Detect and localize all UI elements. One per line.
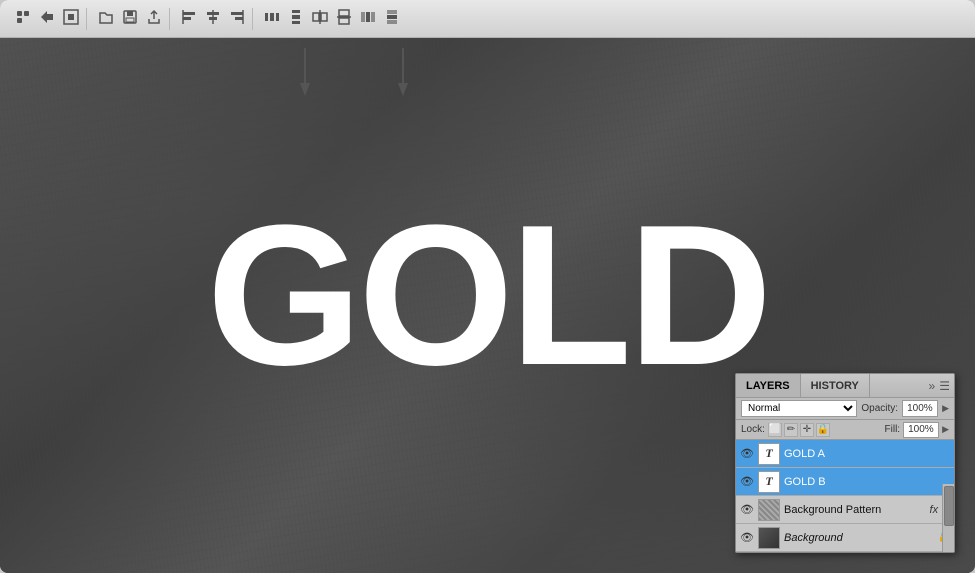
arrow-indicator-1 <box>295 48 315 98</box>
layer-item-gold-b[interactable]: 👁 T GOLD B <box>736 468 954 496</box>
toolbar-group-align <box>174 8 253 30</box>
fill-label: Fill: <box>885 424 901 435</box>
toolbar-btn-dist3[interactable] <box>309 8 331 30</box>
layers-panel-header: LAYERS HISTORY » ☰ <box>736 374 954 398</box>
toolbar-btn-dist4[interactable] <box>333 8 355 30</box>
eye-icon-gold-b: 👁 <box>740 475 754 488</box>
opacity-value: 100% <box>902 400 938 417</box>
layer-visibility-gold-a[interactable]: 👁 <box>740 447 754 461</box>
layer-thumb-background <box>758 527 780 549</box>
layers-list: 👁 T GOLD A 👁 T GOLD B 👁 <box>736 440 954 552</box>
layer-item-background[interactable]: 👁 Background 🔒 <box>736 524 954 552</box>
lock-icons: ⬜ ✏ ✛ 🔒 <box>768 423 830 437</box>
layers-panel: LAYERS HISTORY » ☰ Normal Multiply Scree… <box>735 373 955 553</box>
toolbar-btn-align-left[interactable] <box>178 8 200 30</box>
layer-name-background: Background <box>784 532 934 544</box>
distribute-h-icon <box>264 9 280 28</box>
toolbar-btn-dist-h[interactable] <box>261 8 283 30</box>
lock-position-btn[interactable]: ✛ <box>800 423 814 437</box>
toolbar-btn-transform2[interactable] <box>60 8 82 30</box>
layer-name-gold-b: GOLD B <box>784 476 950 488</box>
lock-all-btn[interactable]: 🔒 <box>816 423 830 437</box>
eye-icon-background: 👁 <box>740 531 754 544</box>
layers-lock-row: Lock: ⬜ ✏ ✛ 🔒 Fill: 100% ▶ <box>736 420 954 440</box>
arrow-icon <box>39 9 55 28</box>
tab-more: » ☰ <box>925 374 954 397</box>
distribute-6-icon <box>384 9 400 28</box>
layer-name-bg-pattern: Background Pattern <box>784 504 926 516</box>
fill-arrow[interactable]: ▶ <box>942 424 949 435</box>
canvas-area[interactable]: GOLD LAYERS HISTORY » ☰ Normal <box>0 38 975 573</box>
opacity-label: Opacity: <box>861 403 898 414</box>
distribute-v-icon <box>288 9 304 28</box>
fill-value: 100% <box>903 422 939 438</box>
toolbar-btn-arrow[interactable] <box>36 8 58 30</box>
layer-thumb-gold-a: T <box>758 443 780 465</box>
transform-icon <box>63 9 79 28</box>
toolbar-btn-open[interactable] <box>95 8 117 30</box>
align-left-icon <box>181 9 197 28</box>
opacity-arrow[interactable]: ▶ <box>942 403 949 414</box>
lock-label: Lock: <box>741 424 765 435</box>
toolbar <box>0 0 975 38</box>
toolbar-btn-align-right[interactable] <box>226 8 248 30</box>
distribute-3-icon <box>312 9 328 28</box>
save-icon <box>122 9 138 28</box>
align-right-icon <box>229 9 245 28</box>
layer-visibility-background[interactable]: 👁 <box>740 531 754 545</box>
layer-visibility-bg-pattern[interactable]: 👁 <box>740 503 754 517</box>
toolbar-btn-align-center[interactable] <box>202 8 224 30</box>
eye-icon-bg-pattern: 👁 <box>740 503 754 516</box>
scrollbar-thumb[interactable] <box>944 486 954 526</box>
toolbar-btn-dist5[interactable] <box>357 8 379 30</box>
tab-more-arrows[interactable]: » <box>929 379 936 393</box>
toolbar-btn-export[interactable] <box>143 8 165 30</box>
move-icon <box>15 9 31 28</box>
layer-name-gold-a: GOLD A <box>784 448 950 460</box>
export-icon <box>146 9 162 28</box>
open-icon <box>98 9 114 28</box>
layer-thumb-bg-pattern <box>758 499 780 521</box>
distribute-4-icon <box>336 9 352 28</box>
toolbar-btn-save[interactable] <box>119 8 141 30</box>
blend-mode-select[interactable]: Normal Multiply Screen Overlay <box>741 400 857 417</box>
layer-item-bg-pattern[interactable]: 👁 Background Pattern fx ▼ <box>736 496 954 524</box>
tab-menu-icon[interactable]: ☰ <box>939 379 950 393</box>
layer-item-gold-a[interactable]: 👁 T GOLD A <box>736 440 954 468</box>
tab-layers[interactable]: LAYERS <box>736 374 801 397</box>
align-center-icon <box>205 9 221 28</box>
toolbar-group-file <box>91 8 170 30</box>
distribute-5-icon <box>360 9 376 28</box>
toolbar-group-distribute <box>257 8 407 30</box>
toolbar-btn-dist-v[interactable] <box>285 8 307 30</box>
layers-blend-row: Normal Multiply Screen Overlay Opacity: … <box>736 398 954 420</box>
arrow-indicator-2 <box>393 48 413 98</box>
layer-thumb-gold-b: T <box>758 471 780 493</box>
layers-scrollbar[interactable] <box>942 484 954 552</box>
eye-icon-gold-a: 👁 <box>740 447 754 460</box>
toolbar-btn-move[interactable] <box>12 8 34 30</box>
toolbar-group-transform <box>8 8 87 30</box>
app-window: GOLD LAYERS HISTORY » ☰ Normal <box>0 0 975 573</box>
tab-history[interactable]: HISTORY <box>801 374 870 397</box>
layer-visibility-gold-b[interactable]: 👁 <box>740 475 754 489</box>
canvas-gold-text: GOLD <box>207 196 769 396</box>
lock-transparency-btn[interactable]: ⬜ <box>768 423 782 437</box>
toolbar-btn-dist6[interactable] <box>381 8 403 30</box>
lock-paint-btn[interactable]: ✏ <box>784 423 798 437</box>
